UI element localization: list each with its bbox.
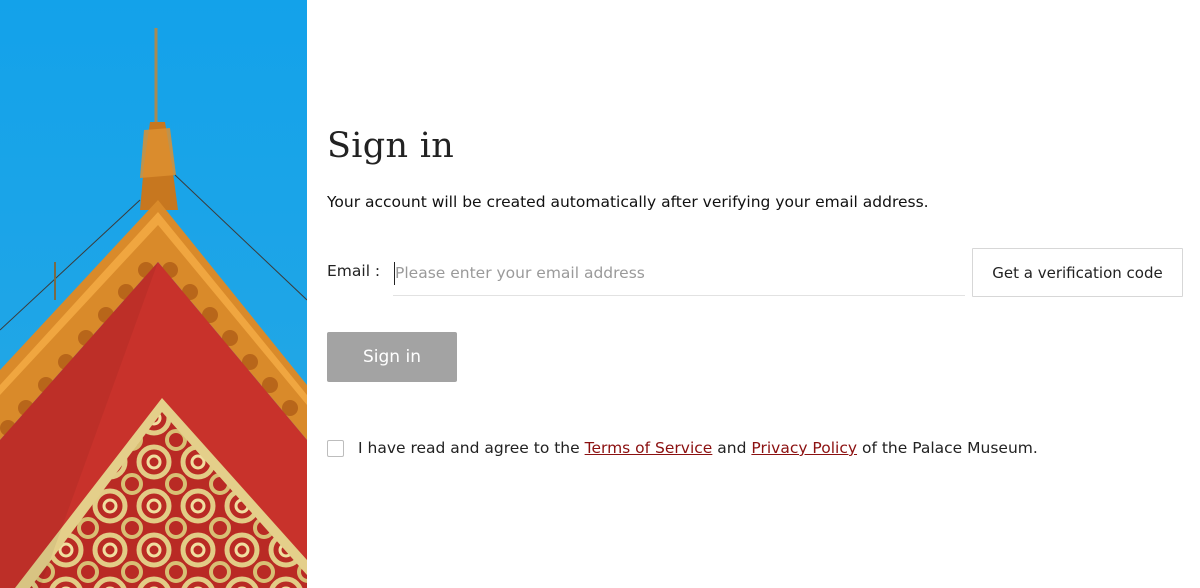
email-label: Email :	[327, 262, 381, 280]
page-title: Sign in	[327, 126, 455, 166]
agreement-row: I have read and agree to the Terms of Se…	[327, 437, 1038, 459]
agreement-suffix: of the Palace Museum.	[861, 439, 1038, 457]
agreement-prefix: I have read and agree to the	[358, 439, 580, 457]
agreement-text: I have read and agree to the Terms of Se…	[358, 439, 1038, 457]
account-info-text: Your account will be created automatical…	[327, 193, 929, 211]
email-row: Email : Get a verification code	[327, 248, 1187, 298]
privacy-policy-link[interactable]: Privacy Policy	[751, 439, 857, 457]
email-input[interactable]	[393, 250, 965, 296]
agreement-conjunction: and	[717, 439, 747, 457]
terms-of-service-link[interactable]: Terms of Service	[585, 439, 713, 457]
agree-checkbox[interactable]	[327, 439, 344, 457]
sign-in-button[interactable]: Sign in	[327, 332, 457, 382]
text-cursor	[394, 262, 395, 285]
hero-image-palace-roof	[0, 0, 307, 588]
sign-in-panel: Sign in Your account will be created aut…	[327, 0, 1187, 588]
get-verification-code-button[interactable]: Get a verification code	[972, 248, 1183, 297]
